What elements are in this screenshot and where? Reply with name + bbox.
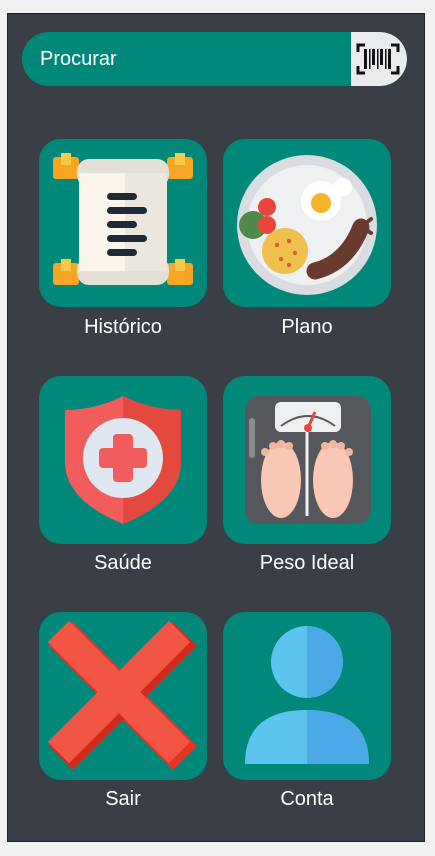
search-placeholder[interactable]: Procurar <box>40 32 117 86</box>
menu-label-saude: Saúde <box>94 552 152 574</box>
menu-tile-conta[interactable] <box>223 612 391 780</box>
search-bar[interactable]: Procurar <box>22 32 407 86</box>
scroll-icon <box>53 153 193 285</box>
app-screen: Procurar Histórico Plano Saúde Peso Idea… <box>7 13 425 842</box>
food-plate-icon <box>237 155 377 295</box>
menu-tile-sair[interactable] <box>39 612 207 780</box>
menu-tile-peso-ideal[interactable] <box>223 376 391 544</box>
menu-tile-historico[interactable] <box>39 139 207 307</box>
weight-scale-icon <box>245 396 371 524</box>
user-account-icon <box>245 626 369 764</box>
health-shield-icon <box>65 396 181 524</box>
barcode-scan-button[interactable] <box>351 32 407 86</box>
menu-label-historico: Histórico <box>84 316 162 338</box>
barcode-icon <box>356 43 400 75</box>
exit-x-icon <box>47 620 198 771</box>
menu-tile-plano[interactable] <box>223 139 391 307</box>
menu-label-plano: Plano <box>281 316 333 338</box>
menu-tile-saude[interactable] <box>39 376 207 544</box>
menu-label-sair: Sair <box>105 788 141 810</box>
menu-label-peso-ideal: Peso Ideal <box>259 552 355 574</box>
menu-label-conta: Conta <box>280 788 334 810</box>
